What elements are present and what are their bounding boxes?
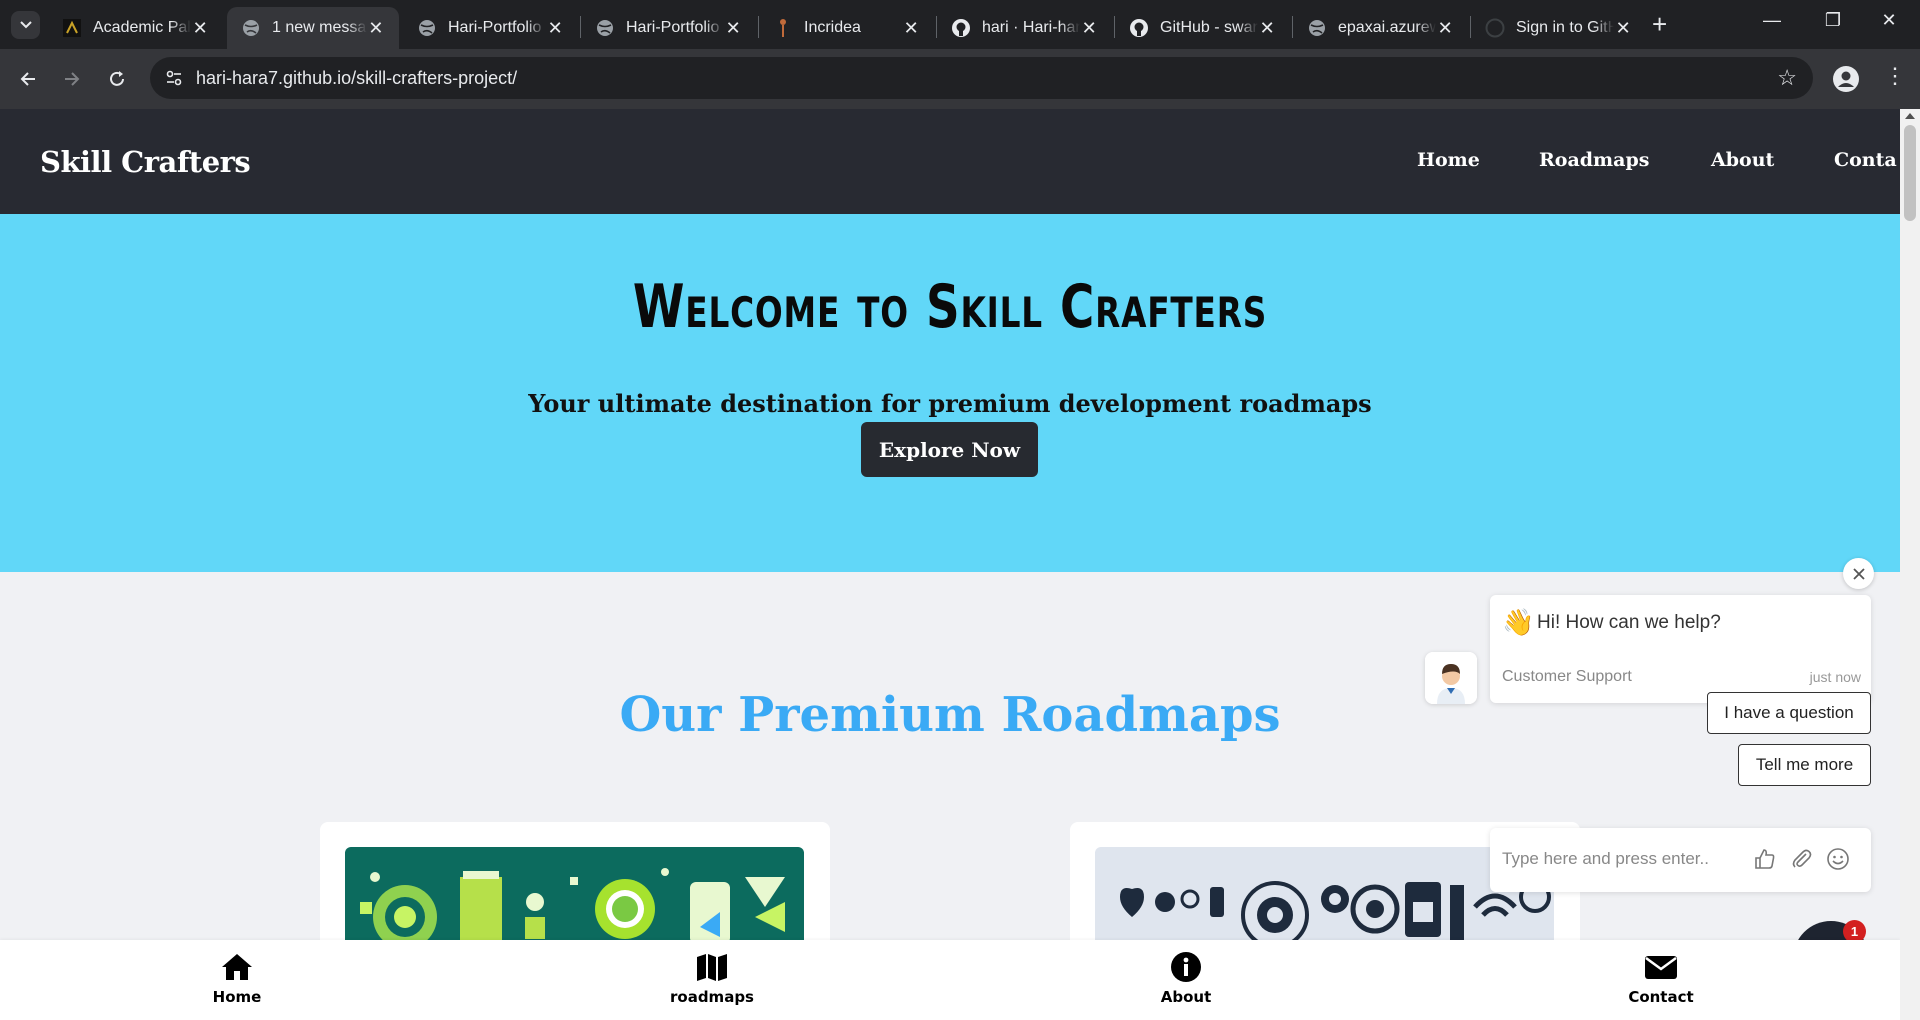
chat-timestamp: just now — [1809, 669, 1861, 685]
tab-sign-in-github[interactable]: Sign in to GitHub ✕ — [1471, 7, 1646, 49]
github-icon — [1129, 18, 1149, 38]
arrow-left-icon — [20, 72, 35, 86]
site-info-icon[interactable] — [162, 66, 186, 90]
reload-button[interactable] — [103, 65, 131, 93]
profile-avatar-icon[interactable] — [1832, 65, 1860, 93]
close-icon[interactable]: ✕ — [724, 18, 742, 39]
github-icon — [951, 18, 971, 38]
tab-epaxai[interactable]: epaxai.azurewebsites ✕ — [1293, 7, 1468, 49]
chat-greeting-text: Hi! How can we help? — [1537, 612, 1721, 633]
tab-title: hari · Hari-hara7 — [982, 19, 1081, 36]
tab-hari-portfolio-2[interactable]: Hari-Portfolio ✕ — [581, 7, 756, 49]
globe-icon — [417, 18, 437, 38]
close-icon[interactable]: ✕ — [367, 18, 385, 39]
close-icon[interactable]: ✕ — [902, 18, 920, 39]
close-icon[interactable]: ✕ — [546, 18, 564, 39]
chat-sender-name: Customer Support — [1502, 668, 1632, 685]
back-button[interactable] — [14, 65, 42, 93]
bottom-nav-roadmaps[interactable]: roadmaps — [632, 950, 792, 1006]
new-tab-button[interactable]: + — [1652, 10, 1667, 38]
tab-title: Hari-Portfolio — [626, 19, 720, 36]
close-icon[interactable]: ✕ — [191, 18, 209, 39]
minimize-button[interactable]: — — [1757, 10, 1787, 31]
nav-about[interactable]: About — [1711, 149, 1774, 171]
address-bar[interactable]: hari-hara7.github.io/skill-crafters-proj… — [150, 57, 1813, 99]
bottom-nav-label: Contact — [1628, 988, 1694, 1006]
chevron-down-icon — [19, 21, 32, 29]
globe-icon — [595, 18, 615, 38]
close-icon[interactable]: ✕ — [1080, 18, 1098, 39]
tab-title: 1 new message — [272, 19, 367, 36]
bottom-nav-label: Home — [212, 988, 262, 1006]
page-scrollbar[interactable] — [1900, 109, 1920, 1020]
support-agent-avatar — [1425, 652, 1477, 704]
tab-1-new-message[interactable]: 1 new message ✕ — [227, 7, 399, 49]
tab-title: Sign in to GitHub — [1516, 19, 1615, 36]
nav-roadmaps[interactable]: Roadmaps — [1539, 149, 1649, 171]
page-viewport: Skill Crafters Home Roadmaps About Conta… — [0, 109, 1920, 1020]
globe-icon — [1307, 18, 1327, 38]
globe-icon — [241, 18, 261, 38]
menu-kebab-icon[interactable]: ⋮ — [1884, 63, 1906, 89]
github-icon — [1485, 18, 1505, 38]
bookmark-star-icon[interactable]: ☆ — [1777, 65, 1797, 91]
hero-subtitle: Your ultimate destination for premium de… — [528, 389, 1372, 418]
nav-contact[interactable]: Conta — [1834, 149, 1897, 171]
scroll-up-arrow-icon[interactable] — [1905, 113, 1915, 119]
hero-section: Welcome to Skill Crafters Your ultimate … — [0, 214, 1900, 572]
tab-academic-pal[interactable]: Academic Pal ✕ — [48, 7, 223, 49]
close-window-button[interactable]: ✕ — [1874, 10, 1904, 31]
home-icon — [157, 950, 317, 984]
browser-tab-bar: Academic Pal ✕ 1 new message ✕ Hari-Port… — [0, 0, 1920, 49]
url-text: hari-hara7.github.io/skill-crafters-proj… — [196, 68, 518, 88]
arrow-right-icon — [65, 72, 80, 86]
tab-title: Hari-Portfolio — [448, 19, 542, 36]
tab-title: GitHub - swaroop — [1160, 19, 1258, 36]
quick-reply-tell-more[interactable]: Tell me more — [1738, 744, 1871, 786]
restore-button[interactable]: ❐ — [1818, 10, 1848, 31]
tab-title: Incridea — [804, 19, 861, 36]
browser-toolbar: hari-hara7.github.io/skill-crafters-proj… — [0, 49, 1920, 109]
chat-input-box[interactable]: Type here and press enter.. — [1490, 828, 1871, 892]
info-icon — [1106, 950, 1266, 984]
waving-hand-icon: 👋 — [1502, 607, 1535, 637]
tab-github-hari[interactable]: hari · Hari-hara7 ✕ — [937, 7, 1112, 49]
tab-title: epaxai.azurewebsites — [1338, 19, 1437, 36]
site-header: Skill Crafters Home Roadmaps About Conta — [0, 109, 1900, 214]
map-icon — [632, 950, 792, 984]
quick-reply-question[interactable]: I have a question — [1707, 692, 1871, 734]
close-icon[interactable]: ✕ — [1258, 18, 1276, 39]
chat-input-placeholder: Type here and press enter.. — [1502, 849, 1709, 868]
academic-pal-favicon — [62, 18, 82, 38]
paperclip-icon[interactable] — [1790, 847, 1816, 873]
tab-hari-portfolio-1[interactable]: Hari-Portfolio ✕ — [403, 7, 578, 49]
explore-now-button[interactable]: Explore Now — [861, 422, 1038, 477]
close-icon — [1852, 567, 1865, 580]
bottom-nav-home[interactable]: Home — [157, 950, 317, 1006]
reload-icon — [110, 71, 124, 86]
chat-greeting-bubble: 👋 Hi! How can we help? Customer Support … — [1490, 595, 1871, 703]
close-icon[interactable]: ✕ — [1436, 18, 1454, 39]
site-logo[interactable]: Skill Crafters — [40, 145, 251, 179]
emoji-icon[interactable] — [1826, 847, 1852, 873]
hero-title: Welcome to Skill Crafters — [632, 272, 1268, 342]
tab-github-swaroop[interactable]: GitHub - swaroop ✕ — [1115, 7, 1290, 49]
tab-incridea[interactable]: Incridea ✕ — [759, 7, 934, 49]
bottom-nav-label: roadmaps — [670, 988, 754, 1006]
forward-button[interactable] — [58, 65, 86, 93]
bottom-nav-label: About — [1160, 988, 1212, 1006]
bottom-navigation: Home roadmaps About Contact — [0, 940, 1900, 1020]
envelope-icon — [1581, 950, 1741, 984]
bottom-nav-about[interactable]: About — [1106, 950, 1266, 1006]
thumbs-up-icon[interactable] — [1753, 847, 1779, 873]
incridea-favicon — [773, 18, 793, 38]
nav-home[interactable]: Home — [1417, 149, 1480, 171]
tab-search-button[interactable] — [11, 11, 40, 39]
chat-close-button[interactable] — [1843, 558, 1874, 589]
tab-title: Academic Pal — [93, 19, 191, 36]
scrollbar-thumb[interactable] — [1904, 125, 1916, 221]
bottom-nav-contact[interactable]: Contact — [1581, 950, 1741, 1006]
close-icon[interactable]: ✕ — [1614, 18, 1632, 39]
